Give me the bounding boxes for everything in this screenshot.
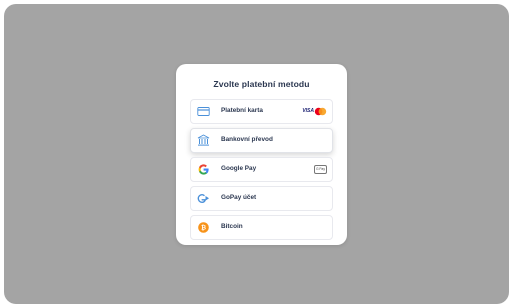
bitcoin-icon: ₿	[198, 222, 209, 233]
google-icon	[198, 164, 209, 175]
google-pay-badge: G Pay	[314, 165, 327, 174]
credit-card-icon	[197, 107, 210, 116]
dialog-title: Zvolte platební metodu	[213, 79, 310, 89]
payment-option-gopay[interactable]: GoPay účet	[190, 186, 333, 211]
payment-option-label: Bitcoin	[221, 223, 243, 230]
payment-method-dialog: Zvolte platební metodu Platební karta VI…	[176, 64, 347, 245]
payment-option-label: Platební karta	[221, 107, 263, 114]
payment-option-card[interactable]: Platební karta VISA	[190, 99, 333, 124]
payment-option-bitcoin[interactable]: ₿ Bitcoin	[190, 215, 333, 240]
mastercard-logo	[314, 107, 327, 116]
payment-option-label: Bankovní převod	[221, 136, 273, 143]
payment-option-label: GoPay účet	[221, 194, 257, 201]
gopay-icon	[197, 193, 209, 204]
payment-option-bank[interactable]: Bankovní převod	[190, 128, 333, 153]
svg-text:₿: ₿	[201, 225, 206, 232]
visa-logo: VISA	[302, 108, 314, 114]
payment-option-label: Google Pay	[221, 165, 257, 172]
payment-option-google-pay[interactable]: Google Pay G Pay	[190, 157, 333, 182]
bank-icon	[197, 134, 210, 146]
